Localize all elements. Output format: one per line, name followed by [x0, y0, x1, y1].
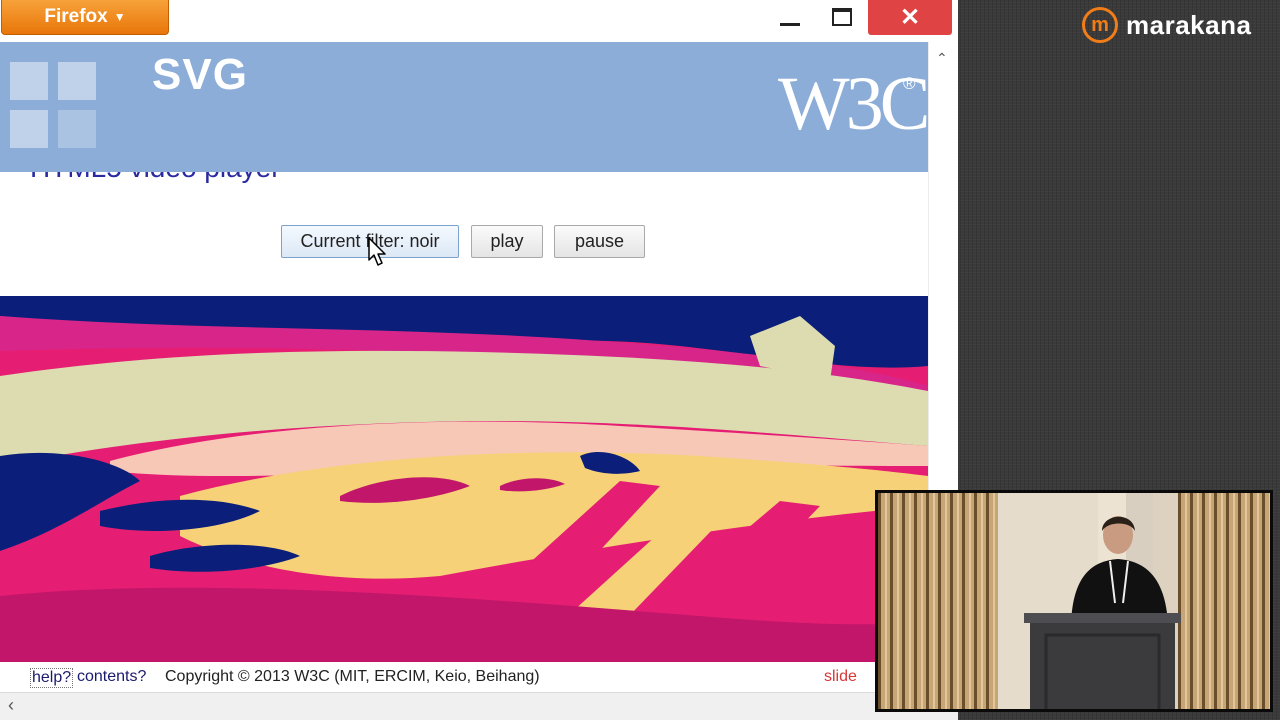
title-bar: Firefox ▼ ✕ [0, 0, 958, 42]
minimize-button[interactable] [768, 0, 812, 34]
podium [1030, 619, 1175, 709]
play-button[interactable]: play [471, 225, 543, 258]
registered-mark: ® [903, 74, 916, 93]
marakana-m-icon: m [1082, 7, 1118, 43]
contents-link[interactable]: contents? [77, 668, 146, 686]
header-logo-square [58, 62, 96, 100]
pause-button[interactable]: pause [554, 225, 645, 258]
help-link[interactable]: help? [30, 668, 74, 688]
chevron-up-icon[interactable]: ⌃ [936, 50, 948, 67]
chevron-left-icon[interactable]: ‹ [8, 695, 14, 716]
header-logo-square [10, 110, 48, 148]
header-logo-square [10, 62, 48, 100]
maximize-button[interactable] [820, 0, 864, 34]
slide-counter: slide [824, 668, 857, 685]
copyright-text: Copyright © 2013 W3C (MIT, ERCIM, Keio, … [165, 668, 540, 685]
video-player[interactable] [0, 296, 928, 662]
header-logo-square [58, 110, 96, 148]
close-icon: ✕ [899, 3, 921, 31]
page-content: HTML5 video player SVG W3C ® Current fil… [0, 42, 928, 692]
firefox-menu-label: Firefox [44, 6, 108, 27]
curtain-left [878, 493, 998, 709]
firefox-menu-button[interactable]: Firefox ▼ [1, 0, 169, 35]
podium-top [1024, 613, 1181, 623]
brand-name: marakana [1126, 9, 1252, 40]
close-button[interactable]: ✕ [868, 0, 952, 35]
slide-header: SVG W3C ® [0, 42, 928, 172]
browser-window: Firefox ▼ ✕ HTML5 video player SVG W3C ®… [0, 0, 958, 720]
curtain-right [1178, 493, 1270, 709]
presenter-video-inset [875, 490, 1273, 712]
chevron-down-icon: ▼ [113, 10, 126, 24]
horizontal-scrollbar[interactable]: ‹ [0, 692, 958, 720]
mouse-pointer-icon [368, 237, 386, 266]
presenter-scene [878, 493, 1270, 709]
maximize-icon [832, 8, 852, 26]
header-title: SVG [152, 50, 248, 99]
slide-footer: help? contents? Copyright © 2013 W3C (MI… [0, 662, 928, 692]
marakana-logo: m marakana [1082, 7, 1251, 43]
minimize-icon [780, 22, 800, 26]
